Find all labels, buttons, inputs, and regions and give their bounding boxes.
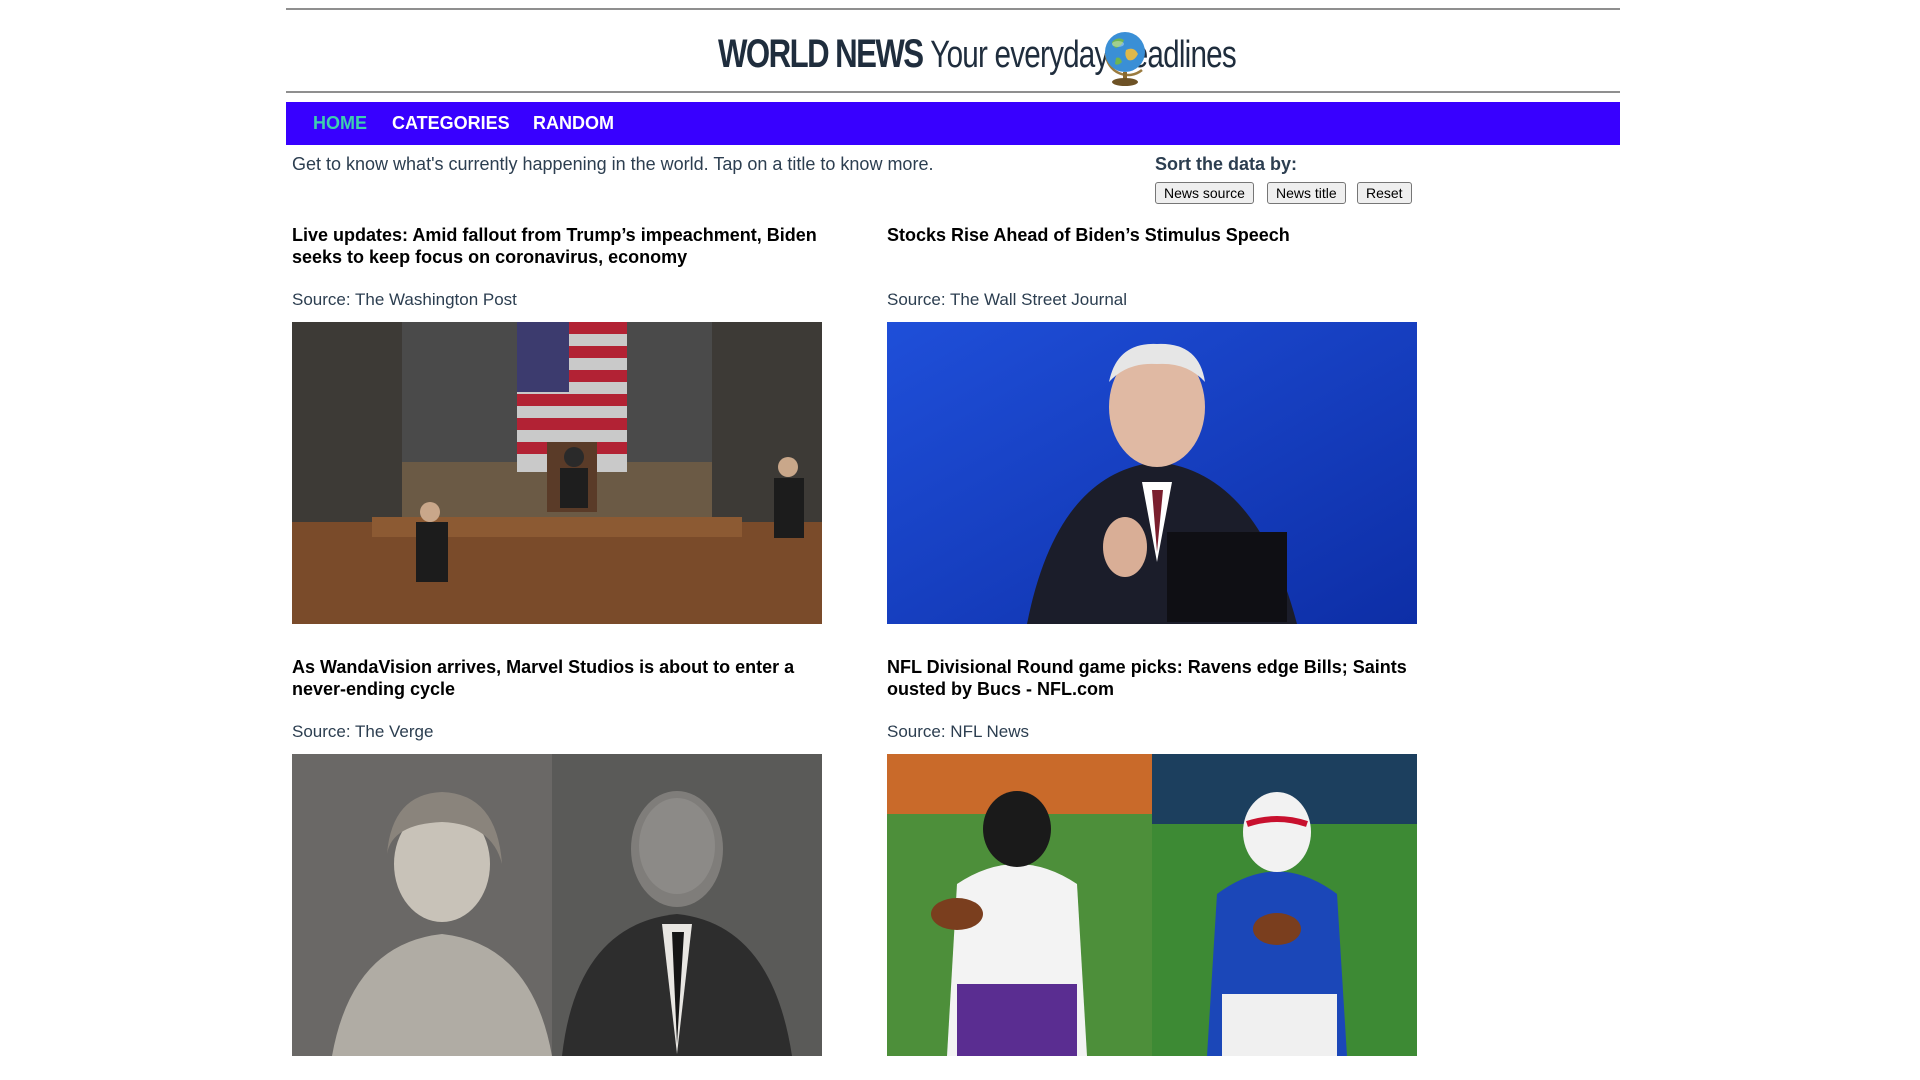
sort-reset-button[interactable]: Reset xyxy=(1357,182,1412,204)
intro-text: Get to know what's currently happening i… xyxy=(292,154,934,174)
article-card: Stocks Rise Ahead of Biden’s Stimulus Sp… xyxy=(887,224,1417,624)
article-title[interactable]: Live updates: Amid fallout from Trump’s … xyxy=(292,224,822,268)
article-image[interactable] xyxy=(292,322,822,624)
article-source: Source: NFL News xyxy=(887,722,1030,741)
nav-categories[interactable]: CATEGORIES xyxy=(392,113,510,134)
article-image[interactable] xyxy=(887,754,1417,1056)
article-source: Source: The Wall Street Journal xyxy=(887,290,1128,309)
page-container: WORLD NEWS Your everyday headlines HOME … xyxy=(286,0,1620,1080)
article-title[interactable]: Stocks Rise Ahead of Biden’s Stimulus Sp… xyxy=(887,224,1417,268)
article-image[interactable] xyxy=(292,754,822,1056)
sort-by-source-button[interactable]: News source xyxy=(1155,182,1254,204)
main-navigation: HOME CATEGORIES RANDOM xyxy=(286,102,1620,145)
logo-tagline: Your everyday headlines xyxy=(930,34,1236,76)
article-card: NFL Divisional Round game picks: Ravens … xyxy=(887,656,1417,1056)
bottom-divider xyxy=(286,91,1620,93)
article-source: Source: The Washington Post xyxy=(292,290,517,309)
logo-brand: WORLD NEWS xyxy=(718,32,924,76)
nav-home[interactable]: HOME xyxy=(313,113,367,134)
article-card: As WandaVision arrives, Marvel Studios i… xyxy=(292,656,822,1056)
article-title[interactable]: NFL Divisional Round game picks: Ravens … xyxy=(887,656,1417,700)
site-logo[interactable]: WORLD NEWS Your everyday headlines xyxy=(718,32,1237,77)
masthead: WORLD NEWS Your everyday headlines xyxy=(286,10,1620,90)
sort-by-title-button[interactable]: News title xyxy=(1267,182,1346,204)
article-card: Live updates: Amid fallout from Trump’s … xyxy=(292,224,822,624)
nav-random[interactable]: RANDOM xyxy=(533,113,614,134)
article-source: Source: The Verge xyxy=(292,722,434,741)
article-title[interactable]: As WandaVision arrives, Marvel Studios i… xyxy=(292,656,822,700)
article-image[interactable] xyxy=(887,322,1417,624)
globe-icon xyxy=(1104,32,1145,86)
sort-label: Sort the data by: xyxy=(1155,154,1298,174)
